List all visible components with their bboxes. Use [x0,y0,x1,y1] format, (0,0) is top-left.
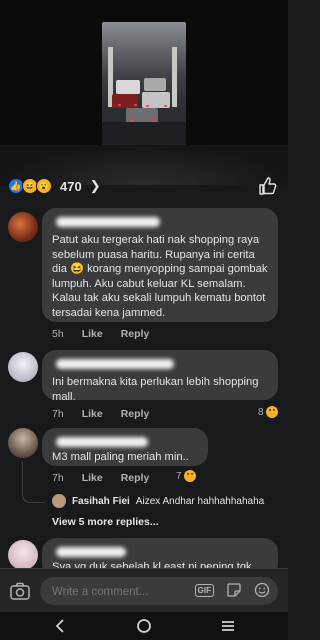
reply-text: Aizex Andhar hahhahhahaha [135,495,265,507]
haha-icon [265,406,278,418]
system-nav-bar [0,612,288,640]
wow-icon: 😮 [36,178,52,194]
haha-icon [183,470,196,482]
back-icon[interactable] [50,616,70,636]
reply-link[interactable]: Reply [121,472,150,484]
comment-bubble[interactable]: Ini bermakna kita perlukan lebih shoppin… [42,350,278,403]
like-link[interactable]: Like [82,408,103,420]
avatar[interactable] [8,352,38,382]
commenter-name-blurred[interactable] [56,217,160,227]
reactions-summary[interactable]: 👍 😆 😮 470 ❯ [8,178,101,194]
comment-input[interactable] [50,583,194,601]
sticker-icon[interactable] [226,582,242,598]
comment-input-container[interactable]: GIF [40,577,278,605]
video-thumbnail[interactable] [102,22,186,162]
gif-button[interactable]: GIF [194,584,214,597]
like-button-icon[interactable] [258,176,278,196]
thread-line [22,462,45,503]
comment-text: Ini bermakna kita perlukan lebih shoppin… [52,376,259,403]
reply-avatar[interactable] [52,494,66,508]
post-video[interactable] [0,0,288,185]
car [116,80,140,94]
comment-text: M3 mall paling meriah min.. [52,451,189,463]
avatar[interactable] [8,540,38,570]
reply-link[interactable]: Reply [121,328,150,340]
reaction-count: 470 [60,178,82,194]
home-icon[interactable] [134,616,154,636]
comment-bubble[interactable]: M3 mall paling meriah min.. [42,428,208,466]
like-link[interactable]: Like [82,472,103,484]
comment-time: 7h [52,408,64,420]
comment-text: Patut aku tergerak hati nak shopping ray… [52,234,268,319]
reply-author[interactable]: Fasihah Fiei [72,496,130,507]
comment-actions: 7h Like Reply [52,472,149,484]
like-link[interactable]: Like [82,328,103,340]
commenter-name-blurred[interactable] [56,437,148,447]
comment-composer: GIF [0,568,288,613]
comment-bubble[interactable]: Patut aku tergerak hati nak shopping ray… [42,208,278,322]
menu-icon[interactable] [218,616,238,636]
camera-icon[interactable] [10,582,30,600]
car [144,78,166,91]
reply-preview[interactable]: Fasihah Fiei Aizex Andhar hahhahhahaha [52,494,264,508]
chevron-right-icon[interactable]: ❯ [90,178,101,194]
avatar[interactable] [8,428,38,458]
commenter-name-blurred[interactable] [56,547,126,557]
reaction-count: 8 [258,406,264,418]
avatar[interactable] [8,212,38,242]
commenter-name-blurred[interactable] [56,359,174,369]
reaction-count: 7 [176,470,182,482]
parking-pillar [172,47,177,107]
comment-reactions[interactable]: 8 [258,406,278,418]
comment-time: 5h [52,328,64,340]
view-more-replies-link[interactable]: View 5 more replies... [52,516,159,528]
comment-time: 7h [52,472,64,484]
emoji-icon[interactable] [254,582,270,598]
comment-actions: 5h Like Reply [52,328,149,340]
reply-link[interactable]: Reply [121,408,150,420]
comment-reactions[interactable]: 7 [176,470,196,482]
comment-actions: 7h Like Reply [52,408,149,420]
